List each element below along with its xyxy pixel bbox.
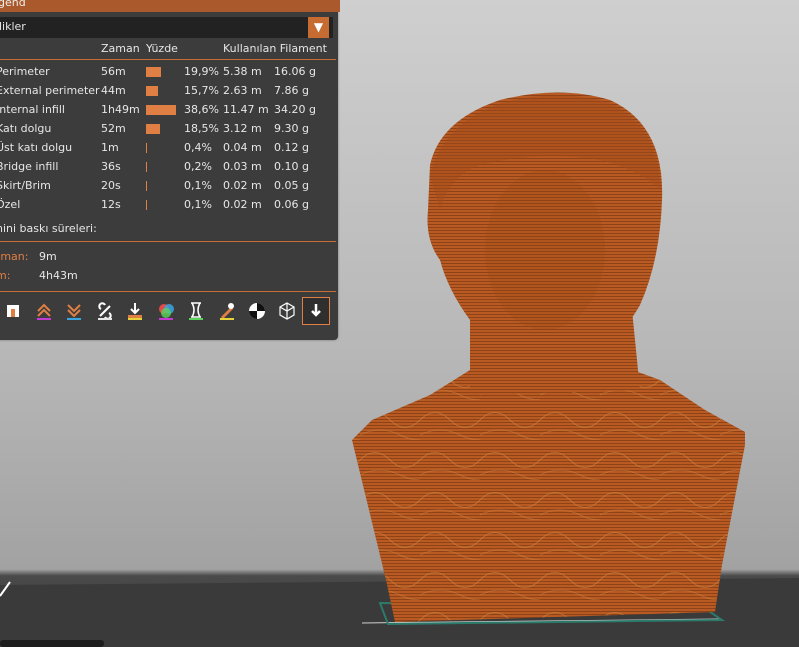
custom-gcode-icon[interactable] <box>214 298 240 324</box>
legend-row: Perimeter 56m 19,9% 5.38 m 16.06 g <box>0 63 336 82</box>
pause-icon[interactable] <box>183 298 209 324</box>
feature-name: Internal infill <box>0 103 65 116</box>
horizontal-slider[interactable] <box>0 640 104 647</box>
feature-length: 0.03 m <box>223 160 262 173</box>
percent-bar <box>146 143 147 153</box>
feature-name: Özel <box>0 198 21 211</box>
feature-name: Skirt/Brim <box>0 179 51 192</box>
seams-icon[interactable] <box>244 298 270 324</box>
feature-length: 0.02 m <box>223 198 262 211</box>
feature-time: 44m <box>101 84 126 97</box>
feature-weight: 9.30 g <box>274 122 309 135</box>
feature-weight: 0.05 g <box>274 179 309 192</box>
shells-icon[interactable] <box>0 298 26 324</box>
feature-time: 1h49m <box>101 103 140 116</box>
feature-percent: 19,9% <box>184 65 219 78</box>
column-time: Zaman <box>101 42 140 55</box>
percent-bar <box>146 124 160 134</box>
legend-row: External perimeter 44m 15,7% 2.63 m 7.86 g <box>0 82 336 101</box>
legend-row: Internal infill 1h49m 38,6% 11.47 m 34.20 g <box>0 101 336 120</box>
estimate-label: tman: <box>0 250 29 263</box>
legend-row: Skirt/Brim 20s 0,1% 0.02 m 0.05 g <box>0 177 336 196</box>
feature-length: 0.04 m <box>223 141 262 154</box>
feature-length: 2.63 m <box>223 84 262 97</box>
color-changes-icon[interactable] <box>153 298 179 324</box>
estimate-divider-top <box>0 241 336 242</box>
percent-bar <box>146 67 161 77</box>
estimated-times-label: nini baskı süreleri: <box>0 222 97 235</box>
toolbar-divider <box>0 291 336 292</box>
estimate-label: m: <box>0 269 11 282</box>
feature-length: 0.02 m <box>223 179 262 192</box>
feature-time: 20s <box>101 179 121 192</box>
feature-length: 5.38 m <box>223 65 262 78</box>
feature-percent: 0,1% <box>184 179 212 192</box>
feature-weight: 16.06 g <box>274 65 316 78</box>
header-divider <box>0 59 336 60</box>
feature-weight: 34.20 g <box>274 103 316 116</box>
legend-row: Özel 12s 0,1% 0.02 m 0.06 g <box>0 196 336 215</box>
feature-percent: 38,6% <box>184 103 219 116</box>
feature-percent: 15,7% <box>184 84 219 97</box>
feature-weight: 0.06 g <box>274 198 309 211</box>
feature-time: 1m <box>101 141 119 154</box>
deretractions-icon[interactable] <box>122 298 148 324</box>
feature-time: 52m <box>101 122 126 135</box>
retractions-icon[interactable] <box>92 298 118 324</box>
feature-time: 56m <box>101 65 126 78</box>
legend-title: gend <box>0 0 340 12</box>
estimate-value: 4h43m <box>39 269 78 282</box>
legend-panel: gend likler ▼ Zaman Yüzde Kullanılan Fil… <box>0 0 340 340</box>
feature-length: 11.47 m <box>223 103 269 116</box>
feature-length: 3.12 m <box>223 122 262 135</box>
download-icon[interactable] <box>302 297 330 325</box>
feature-name: Perimeter <box>0 65 50 78</box>
travel-icon[interactable] <box>31 298 57 324</box>
feature-percent: 0,1% <box>184 198 212 211</box>
percent-bar <box>146 200 147 210</box>
view-type-select[interactable]: likler ▼ <box>0 17 333 38</box>
percent-bar <box>146 162 147 172</box>
feature-percent: 0,2% <box>184 160 212 173</box>
feature-weight: 0.10 g <box>274 160 309 173</box>
feature-time: 36s <box>101 160 121 173</box>
column-percent: Yüzde <box>146 42 178 55</box>
feature-weight: 7.86 g <box>274 84 309 97</box>
tool-marker-icon[interactable] <box>274 298 300 324</box>
view-type-value: likler <box>0 20 26 33</box>
wipe-icon[interactable] <box>61 298 87 324</box>
feature-percent: 18,5% <box>184 122 219 135</box>
percent-bar <box>146 105 176 115</box>
percent-bar <box>146 181 147 191</box>
chevron-down-icon[interactable]: ▼ <box>308 17 329 38</box>
feature-name: Katı dolgu <box>0 122 52 135</box>
percent-bar <box>146 86 158 96</box>
legend-row: Üst katı dolgu 1m 0,4% 0.04 m 0.12 g <box>0 139 336 158</box>
estimate-value: 9m <box>39 250 57 263</box>
feature-percent: 0,4% <box>184 141 212 154</box>
feature-weight: 0.12 g <box>274 141 309 154</box>
feature-name: External perimeter <box>0 84 100 97</box>
feature-name: Üst katı dolgu <box>0 141 73 154</box>
column-used-filament: Kullanılan Filament <box>223 42 327 55</box>
feature-name: Bridge infill <box>0 160 59 173</box>
feature-time: 12s <box>101 198 121 211</box>
legend-row: Bridge infill 36s 0,2% 0.03 m 0.10 g <box>0 158 336 177</box>
legend-row: Katı dolgu 52m 18,5% 3.12 m 9.30 g <box>0 120 336 139</box>
legend-toolbar <box>0 297 336 326</box>
